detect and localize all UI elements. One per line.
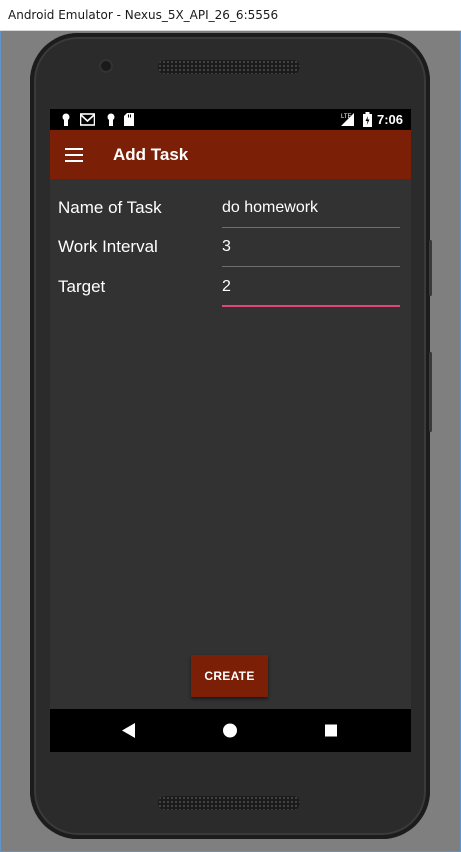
- notification-icon: [107, 113, 115, 126]
- target-value: 2: [222, 278, 231, 295]
- front-camera: [101, 61, 111, 71]
- svg-text:LTE: LTE: [341, 114, 352, 120]
- battery-charging-icon: [363, 112, 372, 127]
- status-time: 7:06: [376, 112, 403, 127]
- home-icon[interactable]: [210, 709, 250, 752]
- work-interval-label: Work Interval: [58, 237, 158, 256]
- recents-icon[interactable]: [311, 709, 351, 752]
- gmail-icon: [80, 113, 95, 126]
- status-bar: LTE 7:06: [50, 109, 411, 130]
- sd-card-icon: [124, 113, 134, 126]
- create-button[interactable]: CREATE: [191, 655, 268, 697]
- window-title: Android Emulator - Nexus_5X_API_26_6:555…: [8, 8, 279, 22]
- hamburger-menu-icon[interactable]: [65, 148, 83, 162]
- form-row-target: Target 2: [58, 277, 401, 311]
- navigation-bar: [50, 709, 411, 752]
- back-icon[interactable]: [109, 709, 149, 752]
- volume-button[interactable]: [429, 240, 432, 296]
- work-interval-value: 3: [222, 238, 231, 255]
- form-row-name: Name of Task do homework: [58, 198, 401, 232]
- work-interval-input[interactable]: 3: [222, 237, 400, 267]
- target-input[interactable]: 2: [222, 277, 400, 307]
- name-of-task-label: Name of Task: [58, 198, 162, 217]
- app-title: Add Task: [113, 145, 189, 164]
- power-button[interactable]: [429, 352, 432, 432]
- app-toolbar: Add Task: [50, 130, 411, 179]
- device-screen: LTE 7:06 Add Task Name of Task do homewo…: [50, 109, 411, 752]
- notification-icon: [62, 113, 70, 126]
- bottom-speaker-grille: [158, 796, 300, 810]
- window-title-bar[interactable]: Android Emulator - Nexus_5X_API_26_6:555…: [0, 0, 461, 31]
- target-label: Target: [58, 277, 106, 296]
- form-row-interval: Work Interval 3: [58, 237, 401, 271]
- top-speaker-grille: [158, 60, 300, 74]
- name-of-task-value: do homework: [222, 199, 319, 216]
- lte-signal-icon: LTE: [341, 113, 354, 126]
- name-of-task-input[interactable]: do homework: [222, 198, 400, 228]
